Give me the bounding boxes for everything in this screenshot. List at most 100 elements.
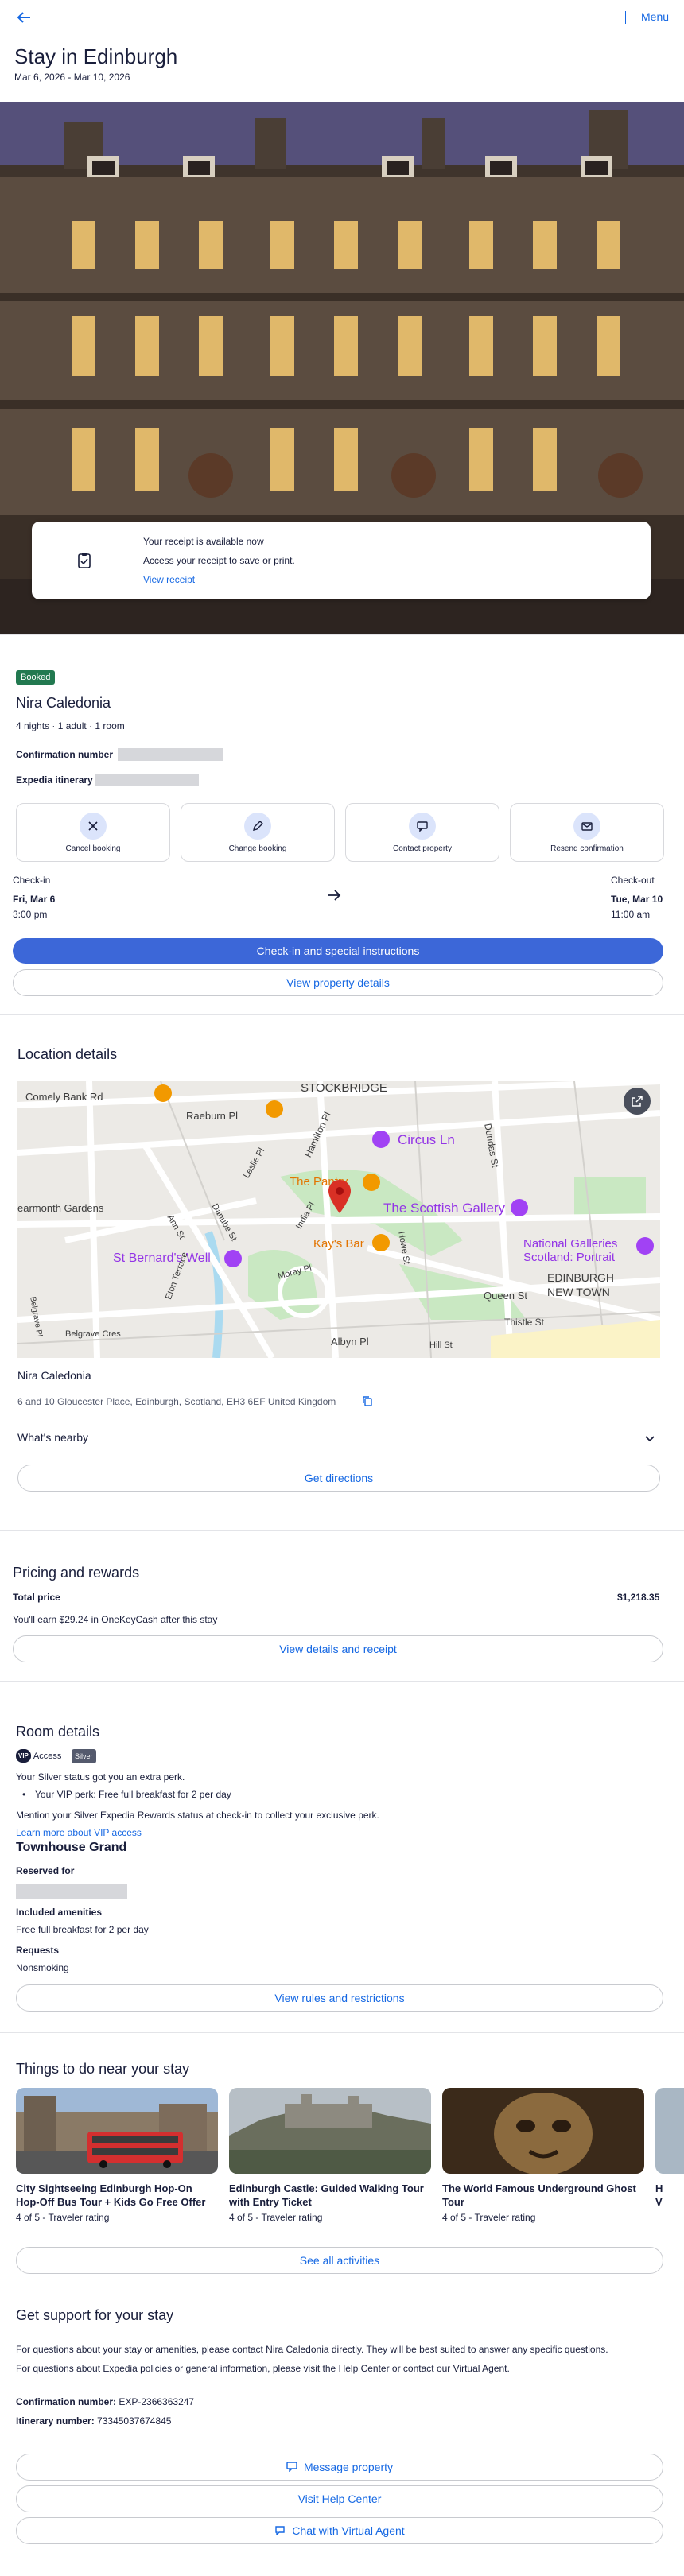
poi-restaurant-icon bbox=[266, 1100, 283, 1118]
support-confirmation: Confirmation number: EXP-2366363247 bbox=[16, 2396, 194, 2407]
section-divider bbox=[0, 1530, 684, 1531]
checkin-time: 3:00 pm bbox=[13, 909, 48, 920]
activity-card[interactable]: City Sightseeing Edinburgh Hop-On Hop-Of… bbox=[16, 2088, 218, 2223]
see-all-activities-button[interactable]: See all activities bbox=[16, 2247, 663, 2274]
activity-title: City Sightseeing Edinburgh Hop-On Hop-Of… bbox=[16, 2182, 206, 2208]
activity-rating: 4 of 5 - Traveler rating bbox=[229, 2212, 323, 2223]
poi-attraction-icon bbox=[372, 1131, 390, 1148]
silver-badge: Silver bbox=[72, 1749, 96, 1763]
activity-card[interactable]: The World Famous Underground Ghost Tour … bbox=[442, 2088, 644, 2223]
learn-more-vip-link[interactable]: Learn more about VIP access bbox=[16, 1827, 142, 1838]
confirmation-label: Confirmation number bbox=[16, 749, 113, 760]
section-divider bbox=[0, 634, 684, 635]
message-icon bbox=[286, 2461, 297, 2474]
action-label: Change booking bbox=[228, 844, 287, 853]
support-line1: For questions about your stay or ameniti… bbox=[16, 2344, 608, 2355]
poi-restaurant-icon bbox=[372, 1234, 390, 1251]
resend-confirmation-button[interactable]: Resend confirmation bbox=[510, 803, 664, 862]
mention-text: Mention your Silver Expedia Rewards stat… bbox=[16, 1810, 379, 1821]
map-label-hill: Hill St bbox=[429, 1340, 453, 1350]
activity-title-partial: H V bbox=[655, 2182, 663, 2207]
get-directions-button[interactable]: Get directions bbox=[17, 1465, 660, 1492]
poi-attraction-icon bbox=[511, 1199, 528, 1216]
chevron-down-icon bbox=[644, 1433, 655, 1448]
bus-tour-image bbox=[16, 2088, 218, 2174]
map-label-albyn: Albyn Pl bbox=[331, 1336, 369, 1348]
vip-access-badge: VIP Access bbox=[16, 1749, 61, 1763]
booked-badge: Booked bbox=[16, 670, 56, 685]
location-map[interactable]: STOCKBRIDGE Comely Bank Rd Raeburn Pl Ci… bbox=[17, 1081, 660, 1358]
room-heading: Room details bbox=[16, 1724, 100, 1740]
section-divider bbox=[0, 2032, 684, 2033]
checkin-label: Check-in bbox=[13, 875, 51, 886]
open-map-external-icon[interactable] bbox=[624, 1088, 651, 1115]
contact-property-button[interactable]: Contact property bbox=[345, 803, 499, 862]
map-label-thistle: Thistle St bbox=[504, 1317, 545, 1328]
view-details-receipt-button[interactable]: View details and receipt bbox=[13, 1635, 663, 1662]
checkout-label: Check-out bbox=[611, 875, 655, 886]
vip-badge: VIP bbox=[16, 1749, 31, 1763]
trip-dates: Mar 6, 2026 - Mar 10, 2026 bbox=[14, 72, 130, 83]
checkin-instructions-button[interactable]: Check-in and special instructions bbox=[13, 938, 663, 964]
activity-card[interactable]: Edinburgh Castle: Guided Walking Tour wi… bbox=[229, 2088, 431, 2223]
receipt-title: Your receipt is available now bbox=[143, 536, 264, 547]
back-arrow-icon bbox=[17, 12, 30, 23]
change-booking-button[interactable]: Change booking bbox=[181, 803, 335, 862]
guest-name-redacted bbox=[16, 1884, 127, 1899]
map-label-belgrave: Belgrave Cres bbox=[65, 1329, 121, 1339]
total-price-value: $1,218.35 bbox=[617, 1592, 660, 1603]
map-label-kays: Kay's Bar bbox=[313, 1237, 364, 1251]
poi-attraction-icon bbox=[224, 1250, 242, 1267]
checkout-time: 11:00 am bbox=[611, 909, 651, 920]
whats-nearby-row[interactable]: What's nearby bbox=[17, 1431, 660, 1450]
view-property-details-button[interactable]: View property details bbox=[13, 969, 663, 996]
activity-card-partial[interactable]: H V 4 bbox=[655, 2088, 684, 2207]
receipt-text: Access your receipt to save or print. bbox=[143, 555, 295, 566]
action-label: Cancel booking bbox=[65, 844, 121, 853]
stay-summary: 4 nights · 1 adult · 1 room bbox=[16, 720, 125, 731]
chat-virtual-agent-button[interactable]: Chat with Virtual Agent bbox=[16, 2517, 663, 2544]
activity-image-partial bbox=[655, 2088, 684, 2174]
activity-rating: 4 of 5 - Traveler rating bbox=[16, 2212, 110, 2223]
view-rules-button[interactable]: View rules and restrictions bbox=[16, 1984, 663, 2012]
pricing-heading: Pricing and rewards bbox=[13, 1565, 140, 1581]
access-label: Access bbox=[33, 1751, 62, 1761]
visit-help-center-button[interactable]: Visit Help Center bbox=[16, 2485, 663, 2512]
menu-divider bbox=[625, 11, 626, 24]
hotel-address: 6 and 10 Gloucester Place, Edinburgh, Sc… bbox=[17, 1396, 336, 1407]
view-receipt-link[interactable]: View receipt bbox=[143, 574, 195, 585]
location-heading: Location details bbox=[17, 1046, 118, 1062]
support-heading: Get support for your stay bbox=[16, 2307, 174, 2323]
map-label-national: National Galleries Scotland: Portrait bbox=[523, 1237, 618, 1264]
receipt-banner: Your receipt is available now Access you… bbox=[32, 522, 651, 599]
menu-button[interactable]: Menu bbox=[641, 10, 669, 23]
arrow-right-icon bbox=[326, 889, 342, 906]
section-divider bbox=[0, 1014, 684, 1015]
castle-image bbox=[229, 2088, 431, 2174]
amenities-label: Included amenities bbox=[16, 1907, 103, 1918]
map-label-gallery: The Scottish Gallery bbox=[383, 1201, 506, 1216]
support-itinerary: Itinerary number: 73345037674845 bbox=[16, 2415, 171, 2427]
map-label-circus: Circus Ln bbox=[398, 1132, 455, 1147]
cancel-booking-button[interactable]: Cancel booking bbox=[16, 803, 170, 862]
message-property-button[interactable]: Message property bbox=[16, 2454, 663, 2481]
whats-nearby-label: What's nearby bbox=[17, 1431, 89, 1444]
amenities-value: Free full breakfast for 2 per day bbox=[16, 1924, 149, 1935]
total-price-label: Total price bbox=[13, 1592, 60, 1603]
chat-virtual-agent-label: Chat with Virtual Agent bbox=[292, 2524, 405, 2537]
back-button[interactable] bbox=[14, 8, 33, 27]
support-itinerary-label: Itinerary number: bbox=[16, 2415, 95, 2427]
x-icon bbox=[80, 812, 107, 840]
requests-label: Requests bbox=[16, 1945, 60, 1956]
section-divider bbox=[0, 1681, 684, 1682]
action-label: Resend confirmation bbox=[550, 844, 624, 853]
map-label-queen: Queen St bbox=[484, 1290, 527, 1302]
map-pin-icon bbox=[328, 1180, 352, 1217]
support-confirmation-label: Confirmation number: bbox=[16, 2396, 116, 2407]
copy-icon[interactable] bbox=[361, 1395, 374, 1411]
checkout-date: Tue, Mar 10 bbox=[611, 894, 663, 905]
onekeycash-text: You'll earn $29.24 in OneKeyCash after t… bbox=[13, 1614, 218, 1625]
hotel-name: Nira Caledonia bbox=[16, 695, 111, 711]
page-title: Stay in Edinburgh bbox=[14, 45, 178, 68]
perk-intro: Your Silver status got you an extra perk… bbox=[16, 1771, 185, 1783]
